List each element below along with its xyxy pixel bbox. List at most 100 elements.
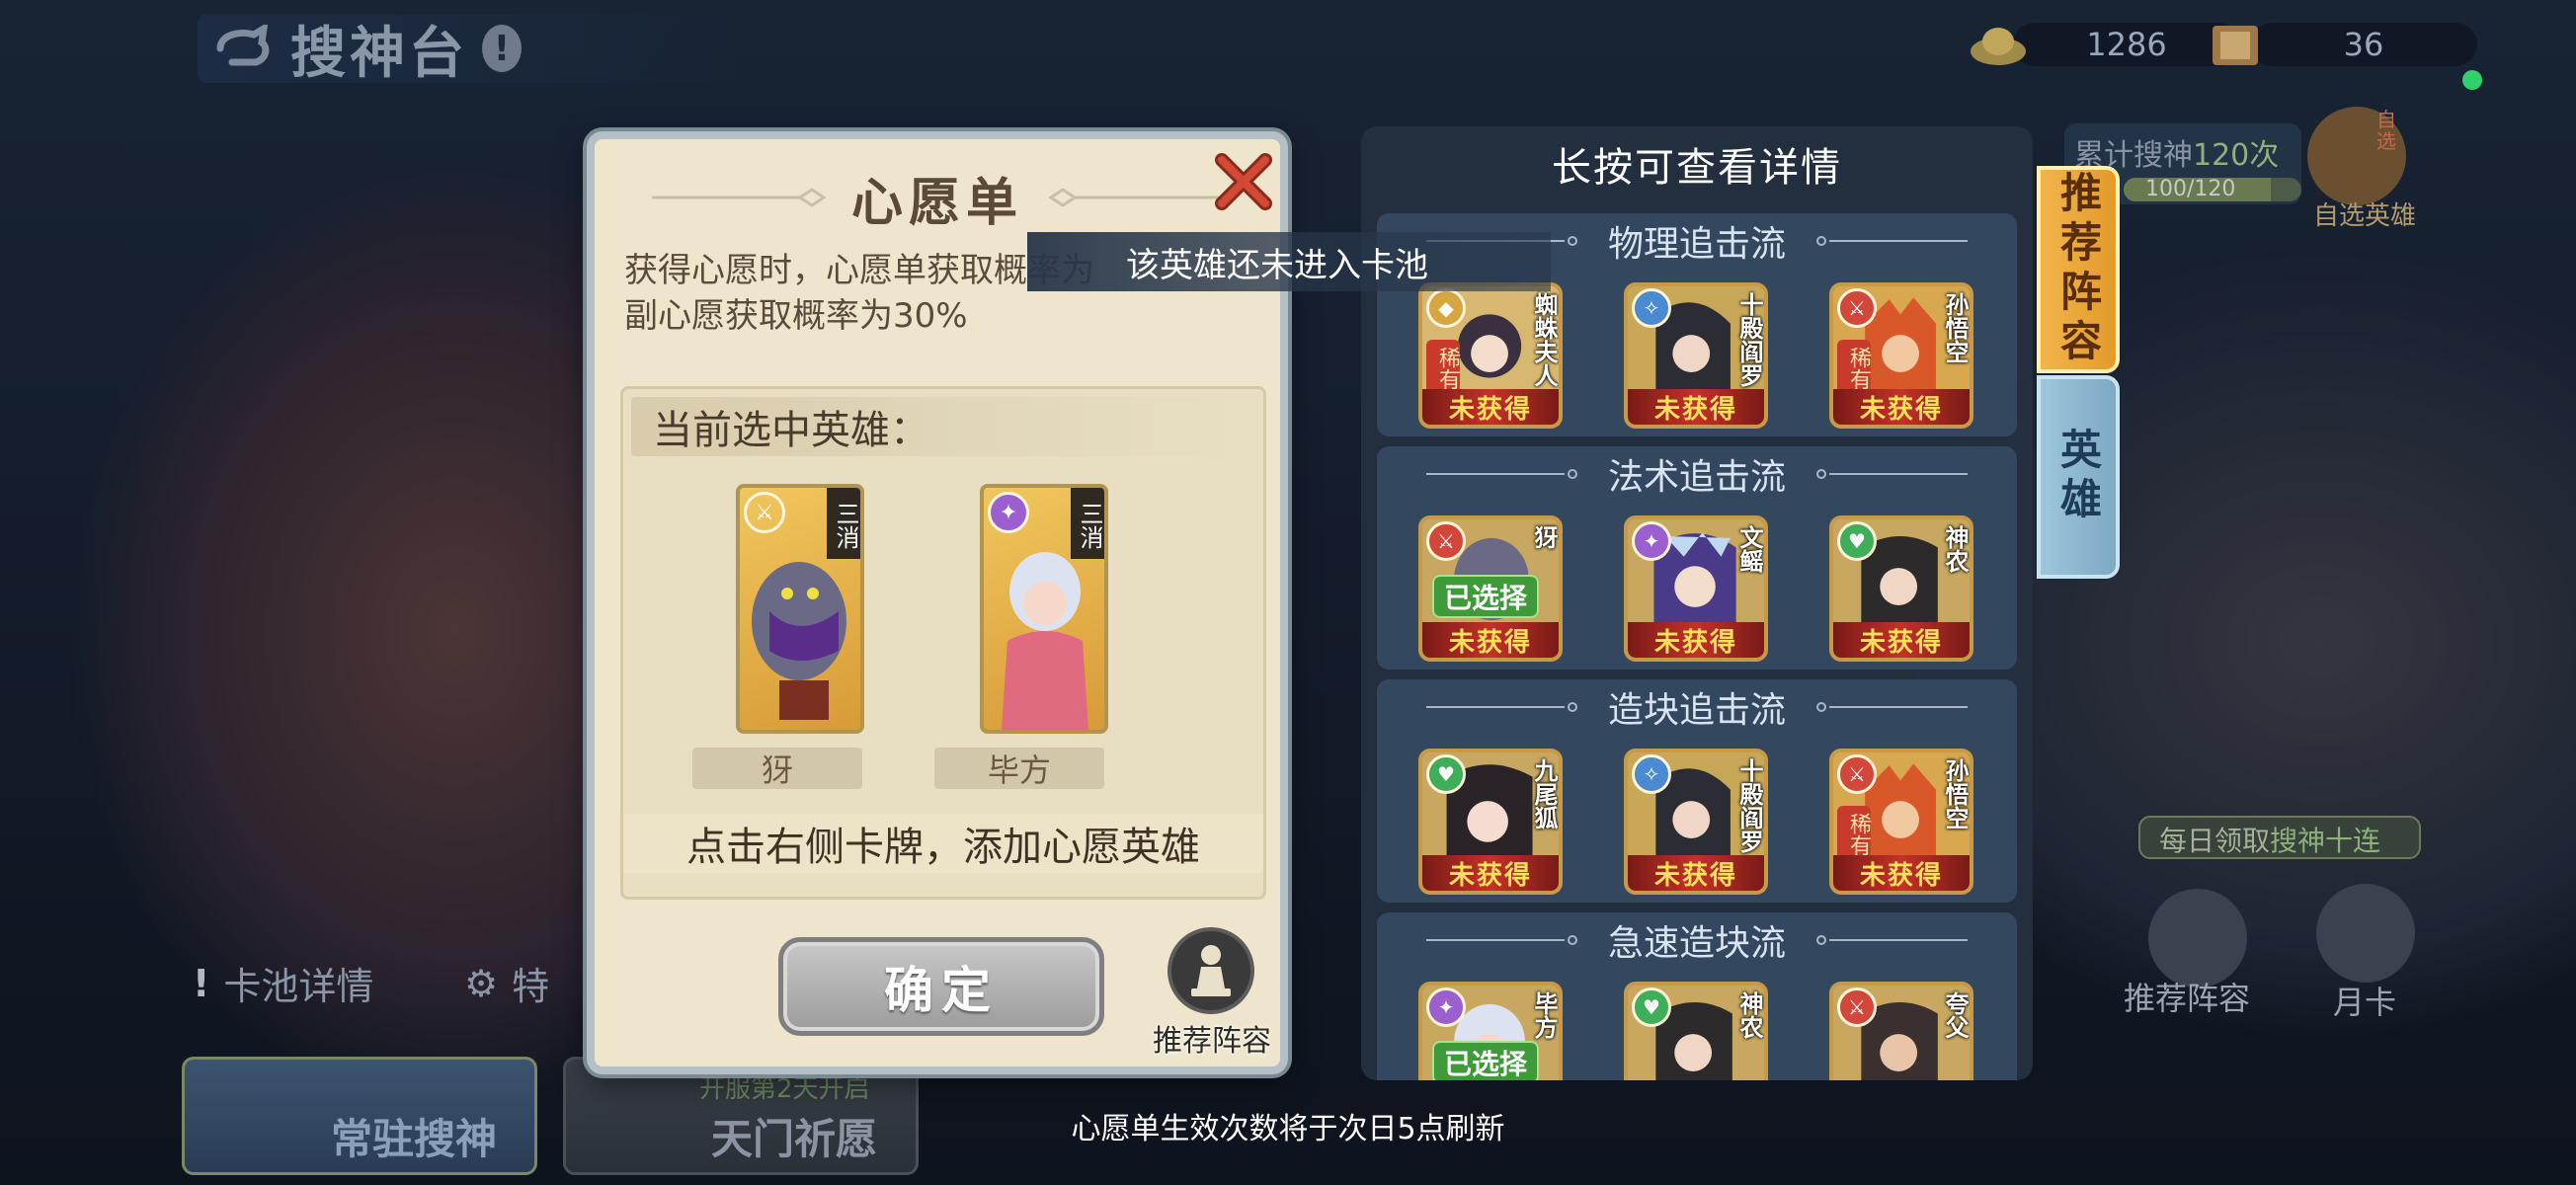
group-header: 法术追击流: [1377, 446, 2017, 502]
lineup-group-magic: 法术追击流 ⚔ 犽 已选择 未获得 ✦ 文鳐 未获得 ♥ 神农 未获得: [1377, 446, 2017, 670]
gold-ingot-icon: [1971, 28, 2026, 65]
top-bar: 搜神台 !: [198, 14, 751, 86]
hero-card-wenyao[interactable]: ✦ 文鳐 未获得: [1624, 515, 1768, 662]
status-badge: 未获得: [1422, 855, 1559, 891]
gear-icon: ⚙: [464, 961, 499, 1005]
confirm-button[interactable]: 确定: [778, 937, 1104, 1036]
page-title: 搜神台: [290, 21, 468, 86]
exclamation-icon: !: [193, 961, 210, 1005]
group-name: 造块追击流: [1607, 690, 1786, 731]
hero-card-shennong[interactable]: ♥ 神农 未获得: [1829, 515, 1973, 662]
hero-portrait-image: [752, 562, 846, 720]
selected-badge: 已选择: [1432, 1041, 1540, 1080]
close-button[interactable]: [1207, 145, 1280, 218]
hero-name: 九尾狐: [1530, 758, 1558, 830]
info-icon[interactable]: !: [482, 25, 522, 72]
element-badge-icon: ♥: [1426, 754, 1466, 794]
element-badge-icon: ⚔: [744, 492, 785, 533]
status-badge: 未获得: [1833, 622, 1970, 658]
hero-card-bifang[interactable]: ✦ 毕方 已选择: [1418, 982, 1563, 1080]
hero-name: 十殿阎罗: [1735, 292, 1763, 387]
element-badge-icon: ✦: [988, 492, 1029, 533]
hero-card-nine-tail-fox[interactable]: ♥ 九尾狐 未获得: [1418, 749, 1563, 895]
title-ornament-left: [651, 188, 827, 207]
selected-heroes-heading: 当前选中英雄：: [631, 397, 1244, 456]
hero-name: 神农: [1941, 525, 1969, 573]
element-badge-icon: ✦: [1632, 521, 1671, 561]
hero-card-shennong-2[interactable]: ♥ 神农: [1624, 982, 1768, 1080]
element-badge-icon: ◆: [1426, 288, 1466, 328]
element-badge-icon: ♥: [1837, 521, 1877, 561]
element-badge-icon: ♥: [1632, 988, 1671, 1027]
selected-hero-card-1[interactable]: ⚔ 三消: [736, 484, 864, 734]
scroll-currency: 36: [2203, 20, 2477, 69]
status-badge: 未获得: [1422, 622, 1559, 658]
group-name: 物理追击流: [1607, 224, 1786, 265]
hero-card-spider-lady[interactable]: ◆ 蜘蛛夫人 稀有 未获得: [1418, 282, 1563, 429]
wish-description-line2: 副心愿获取概率为30%: [624, 296, 968, 336]
monthly-card-circle[interactable]: [2316, 884, 2415, 983]
element-badge-icon: ✧: [1632, 754, 1671, 794]
line-ornament: [1816, 935, 1968, 945]
status-badge: 未获得: [1422, 389, 1559, 425]
status-badge: 未获得: [1628, 622, 1764, 658]
status-badge: 未获得: [1833, 855, 1970, 891]
element-badge-icon: ⚔: [1837, 754, 1877, 794]
line-ornament: [1816, 236, 1968, 246]
hero-card-sun-wukong[interactable]: ⚔ 孙悟空 稀有 未获得: [1829, 282, 1973, 429]
selected-hero-card-2[interactable]: ✦ 三消: [980, 484, 1108, 734]
element-badge-icon: ⚔: [1837, 288, 1877, 328]
line-ornament: [1816, 469, 1968, 479]
hero-card-sun-wukong-2[interactable]: ⚔ 孙悟空 稀有 未获得: [1829, 749, 1973, 895]
line-ornament: [1425, 469, 1577, 479]
tab-recommended-lineup[interactable]: 推荐阵容: [2037, 166, 2120, 373]
recommend-lineup-button[interactable]: 推荐阵容: [1148, 927, 1276, 1059]
special-label: 特: [512, 965, 550, 1008]
self-select-tag: 自选: [2376, 108, 2396, 153]
rec-lineup-label: 推荐阵容: [2124, 980, 2251, 1017]
element-badge-icon: ⚔: [1426, 521, 1466, 561]
hero-tag: 三消: [827, 488, 860, 559]
recommend-lineup-label: 推荐阵容: [1153, 1024, 1271, 1059]
rec-lineup-circle[interactable]: [2148, 889, 2247, 988]
group-header: 造块追击流: [1377, 679, 2017, 735]
special-button[interactable]: ⚙ 特: [464, 956, 549, 1010]
hero-name: 毕方: [1530, 991, 1558, 1039]
selected-hero-name-2: 毕方: [934, 748, 1104, 789]
hero-card-ten-yama[interactable]: ✧ 十殿阎罗 未获得: [1624, 282, 1768, 429]
status-badge: 未获得: [1628, 855, 1764, 891]
hero-portrait-image: [1002, 552, 1088, 730]
line-ornament: [1425, 935, 1577, 945]
gold-currency: 1286: [1966, 20, 2240, 69]
hero-name: 蜘蛛夫人: [1530, 292, 1558, 387]
status-badge: 未获得: [1833, 389, 1970, 425]
element-badge-icon: ⚔: [1837, 988, 1877, 1027]
hero-name: 文鳐: [1735, 525, 1763, 573]
lineup-group-block-builder: 造块追击流 ♥ 九尾狐 未获得 ✧ 十殿阎罗 未获得 ⚔ 孙悟空 稀有 未获得: [1377, 679, 2017, 903]
group-header: 急速造块流: [1377, 912, 2017, 968]
hero-name: 神农: [1735, 991, 1763, 1039]
hero-name: 夸父: [1941, 991, 1969, 1039]
hero-card-ya[interactable]: ⚔ 犽 已选择 未获得: [1418, 515, 1563, 662]
back-arrow-icon[interactable]: [207, 22, 277, 75]
card-pool-details-button[interactable]: ! 卡池详情: [193, 956, 373, 1010]
hero-card-kuafu[interactable]: ⚔ 夸父: [1829, 982, 1973, 1080]
add-hero-hint: 点击右侧卡牌，添加心愿英雄: [623, 814, 1263, 873]
hero-name: 犽: [1530, 525, 1558, 549]
wish-panel-title: 心愿单: [850, 172, 1023, 233]
refresh-note: 心愿单生效次数将于次日5点刷新: [1071, 1112, 1505, 1146]
hero-card-ten-yama-2[interactable]: ✧ 十殿阎罗 未获得: [1624, 749, 1768, 895]
status-dot: [2462, 70, 2482, 90]
selected-badge: 已选择: [1432, 575, 1540, 618]
hero-tag: 三消: [1071, 488, 1104, 559]
tab-heroes[interactable]: 英雄: [2037, 375, 2120, 579]
selected-hero-name-1: 犽: [692, 748, 862, 789]
self-select-label: 自选英雄: [2313, 201, 2417, 231]
selected-heroes-box: 当前选中英雄： ⚔ 三消 犽 ✦ 三消 毕方 点击右侧卡牌，添加心愿英雄: [620, 386, 1266, 900]
scroll-icon: [2213, 26, 2258, 65]
daily-reward-text: 每日领取搜神十连: [2159, 825, 2381, 857]
group-name: 法术追击流: [1607, 457, 1786, 498]
line-ornament: [1425, 702, 1577, 712]
toast-tooltip: 该英雄还未进入卡池: [1027, 232, 1551, 291]
wish-title-bar: 心愿单: [595, 163, 1280, 233]
